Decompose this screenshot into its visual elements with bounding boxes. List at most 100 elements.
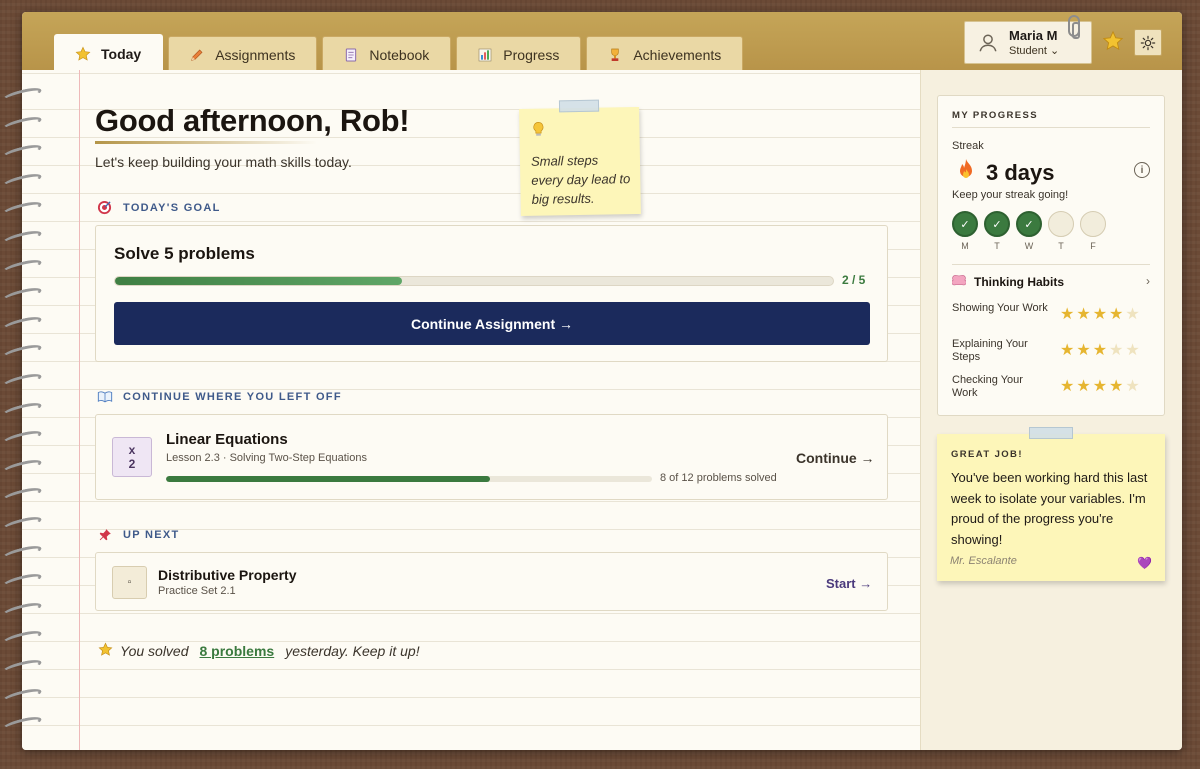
rating-star-icon: ★: [1125, 306, 1140, 323]
goal-title: Solve 5 problems: [114, 244, 255, 263]
rating-star-icon: ★: [1060, 342, 1075, 359]
rating-star-icon: ★: [1060, 378, 1075, 395]
streak-day: F: [1080, 211, 1106, 251]
rating-star-icon: ★: [1125, 378, 1140, 395]
rating-star-icon: ★: [1109, 378, 1124, 395]
user-role-label: Student: [1009, 45, 1047, 57]
footer-note: You solved 8 problems yesterday. Keep it…: [98, 642, 420, 660]
streak-value: 3 days: [956, 158, 1055, 188]
user-role: Student ⌄: [1009, 44, 1059, 57]
habit-rating: ★ ★ ★ ★ ★: [1060, 307, 1140, 323]
rating-star-icon: ★: [1076, 378, 1091, 395]
streak-day-label: W: [1024, 241, 1034, 251]
user-info: Maria M Student ⌄: [1009, 28, 1059, 57]
teacher-note-body: You've been working hard this last week …: [951, 470, 1148, 547]
section-title-goal: TODAY'S GOAL: [96, 200, 221, 215]
habit-row: Showing Your Work ★ ★ ★ ★ ★: [952, 302, 1150, 330]
check-icon: ✓: [952, 211, 978, 237]
equation-icon: x 2: [112, 437, 152, 477]
divider: [952, 127, 1150, 128]
teacher-signature: Mr. Escalante: [950, 555, 1017, 567]
streak-day: ✓ W: [1016, 211, 1042, 251]
paperclip-icon: [1068, 15, 1080, 39]
tab-today[interactable]: Today: [54, 34, 164, 72]
equation-icon-top: x: [128, 443, 136, 457]
streak-day-label: T: [1058, 241, 1064, 251]
rating-star-icon: ★: [1092, 306, 1108, 323]
lesson-card[interactable]: x 2 Linear Equations Lesson 2.3 · Solvin…: [95, 414, 888, 500]
tab-label: Progress: [503, 46, 560, 63]
thinking-habits-header[interactable]: Thinking Habits ›: [951, 274, 1150, 289]
habit-name: Showing Your Work: [952, 302, 1048, 314]
sticky-note-text: Small steps every day lead to big result…: [530, 152, 631, 207]
goal-card: Solve 5 problems 2 / 5 Continue Assignme…: [95, 225, 888, 362]
sun-icon: [1140, 35, 1156, 50]
up-next-subtitle: Practice Set 2.1: [158, 585, 236, 597]
section-title-label: UP NEXT: [123, 528, 180, 541]
sticky-note: Small steps every day lead to big result…: [519, 99, 641, 217]
lightbulb-icon: [530, 122, 546, 143]
pushpin-icon: [96, 527, 113, 542]
star-icon: [1102, 30, 1124, 51]
star-icon: [74, 45, 92, 63]
tab-achievements[interactable]: Achievements: [586, 36, 744, 72]
info-icon[interactable]: i: [1134, 162, 1150, 178]
my-progress-card: MY PROGRESS Streak 3 days i Keep your st…: [937, 95, 1165, 416]
notebook-icon: [342, 46, 360, 64]
streak-day: T: [1048, 211, 1074, 251]
streak-day-label: T: [994, 241, 1000, 251]
empty-day-circle: [1080, 211, 1106, 237]
tab-label: Assignments: [215, 46, 296, 63]
streak-day: ✓ T: [984, 211, 1010, 251]
thinking-habits-title: Thinking Habits: [974, 274, 1064, 289]
start-link[interactable]: Start →: [826, 576, 872, 591]
practice-set-icon: ▫: [112, 566, 147, 599]
tab-progress[interactable]: Progress: [456, 36, 582, 72]
check-icon: ✓: [984, 211, 1010, 237]
goal-count: 2 / 5: [842, 273, 866, 287]
habit-name: Explaining Your Steps: [952, 338, 1028, 363]
streak-day-label: M: [961, 241, 969, 251]
lesson-progress-bar: [166, 476, 652, 482]
goal-progress-bar: [114, 276, 834, 286]
open-book-icon: [96, 389, 113, 404]
check-icon: ✓: [1016, 211, 1042, 237]
empty-day-circle: [1048, 211, 1074, 237]
section-title-continue: CONTINUE WHERE YOU LEFT OFF: [96, 389, 342, 404]
problems-solved-link[interactable]: 8 problems: [200, 643, 275, 659]
chevron-right-icon: ›: [1146, 274, 1150, 288]
lesson-subtitle: Lesson 2.3 · Solving Two-Step Equations: [166, 452, 367, 464]
tab-label: Notebook: [369, 46, 430, 63]
up-next-card[interactable]: ▫ Distributive Property Practice Set 2.1…: [95, 552, 888, 611]
lesson-title: Linear Equations: [166, 431, 288, 448]
pencil-icon: [188, 46, 206, 64]
trophy-icon: [606, 46, 624, 64]
settings-button[interactable]: [1134, 29, 1162, 56]
title-underline: [95, 141, 317, 144]
star-icon: [98, 642, 113, 660]
habit-rating: ★ ★ ★ ★ ★: [1060, 343, 1140, 359]
rating-star-icon: ★: [1092, 378, 1108, 395]
lesson-continue-link[interactable]: Continue →: [796, 450, 875, 466]
footer-suffix: yesterday. Keep it up!: [285, 643, 420, 659]
habit-name: Checking Your Work: [952, 374, 1023, 399]
page-title: Good afternoon, Rob!: [95, 103, 410, 138]
rating-star-icon: ★: [1125, 342, 1140, 359]
tab-assignments[interactable]: Assignments: [168, 36, 318, 72]
section-title-label: CONTINUE WHERE YOU LEFT OFF: [123, 390, 342, 403]
tab-notebook[interactable]: Notebook: [322, 36, 452, 72]
equation-icon-bottom: 2: [128, 457, 136, 471]
streak-note: Keep your streak going!: [952, 189, 1069, 201]
chevron-down-icon: ⌄: [1049, 45, 1060, 57]
tape: [558, 99, 600, 113]
user-avatar-icon: [977, 32, 999, 54]
streak-day: ✓ M: [952, 211, 978, 251]
habit-row: Checking Your Work ★ ★ ★ ★ ★: [952, 374, 1150, 402]
rating-star-icon: ★: [1109, 306, 1124, 323]
tab-label: Achievements: [633, 46, 722, 63]
rating-star-icon: ★: [1076, 306, 1091, 323]
star-button[interactable]: [1102, 30, 1124, 52]
continue-assignment-button[interactable]: Continue Assignment →: [114, 302, 870, 345]
tab-bar: Today Assignments Notebook Progress Achi…: [54, 34, 744, 72]
heart-icon: 💜: [1137, 556, 1152, 570]
